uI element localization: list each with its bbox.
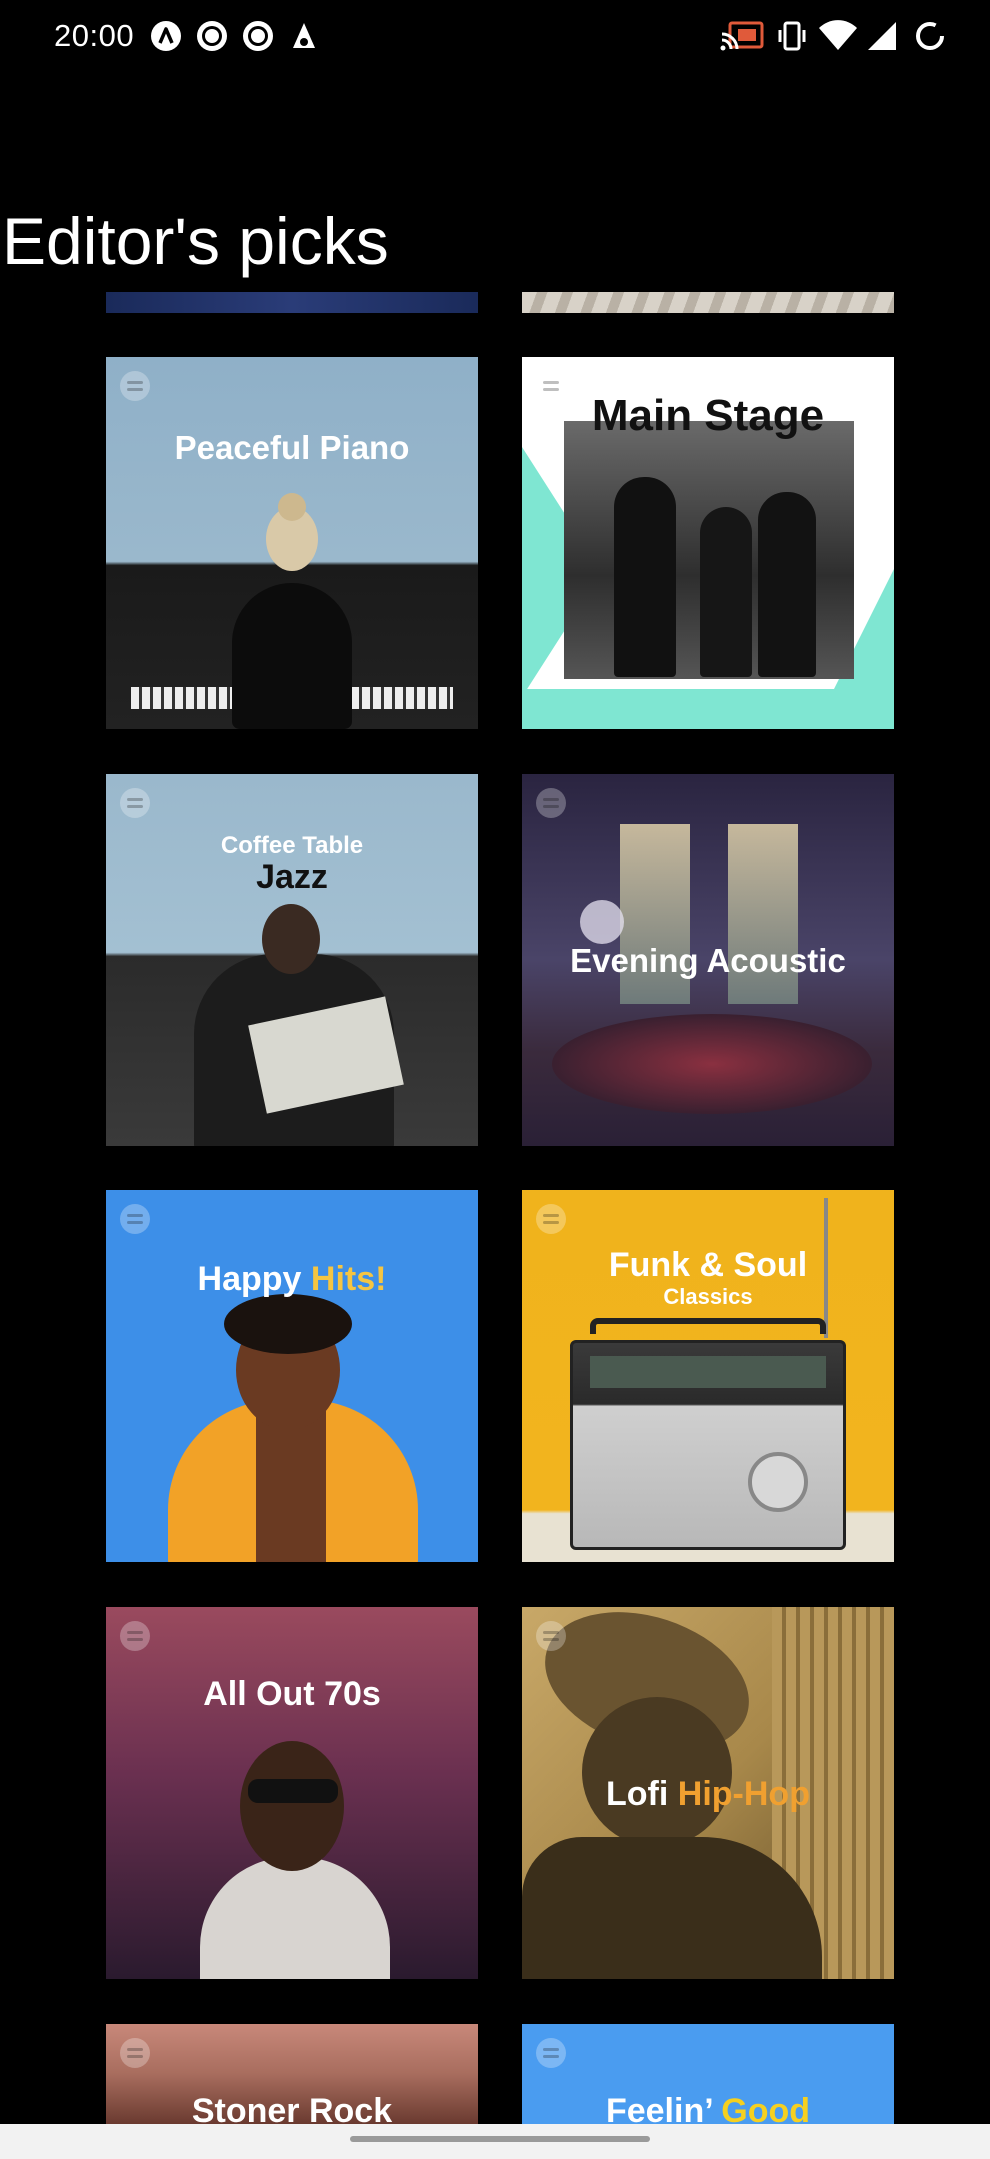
spotify-logo-icon — [120, 371, 150, 401]
spotify-logo-icon — [120, 788, 150, 818]
spotify-logo-icon — [536, 1621, 566, 1651]
radio-knob — [748, 1452, 808, 1512]
playlist-tile-stoner-rock[interactable]: Stoner Rock — [106, 2024, 478, 2124]
radio-dial — [590, 1356, 826, 1388]
app-notification-icon — [293, 23, 315, 48]
home-indicator[interactable] — [350, 2136, 650, 2142]
radio-handle — [590, 1318, 826, 1334]
wifi-icon — [819, 20, 857, 50]
playlist-tile-partial[interactable] — [522, 292, 894, 313]
record-icon — [243, 21, 273, 51]
playlist-title: Lofi Hip-Hop — [522, 1775, 894, 1814]
playlist-title: Happy Hits! — [106, 1260, 478, 1299]
playlist-title: All Out 70s — [203, 1675, 381, 1713]
playlist-title: Funk & Soul — [608, 1246, 808, 1284]
playlist-title: Peaceful Piano — [174, 429, 410, 466]
spotify-logo-icon — [120, 1621, 150, 1651]
sunglasses — [248, 1779, 338, 1803]
spotify-logo-icon — [536, 788, 566, 818]
pianist-figure — [232, 583, 352, 729]
playlist-title-text: Feelin’ — [605, 2092, 712, 2124]
vibrate-icon — [778, 21, 806, 51]
playlist-title: Jazz — [256, 858, 328, 896]
playlist-title: Evening Acoustic — [570, 942, 846, 979]
playlist-title-text: Happy — [197, 1260, 302, 1298]
playlist-tile-coffee-table-jazz[interactable]: Coffee Table Jazz — [106, 774, 478, 1146]
playlist-tile-lofi-hip-hop[interactable]: Lofi Hip-Hop — [522, 1607, 894, 1979]
playlist-tile-main-stage[interactable]: Main Stage — [522, 357, 894, 729]
playlist-subtitle: Classics — [663, 1284, 753, 1309]
playlist-tile-evening-acoustic[interactable]: Evening Acoustic — [522, 774, 894, 1146]
record-icon — [197, 21, 227, 51]
playlist-title: Main Stage — [591, 391, 825, 440]
playlist-tile-partial[interactable] — [106, 292, 478, 313]
playlist-tile-peaceful-piano[interactable]: Peaceful Piano — [106, 357, 478, 729]
autofill-icon — [151, 21, 181, 51]
bed — [552, 1014, 872, 1114]
playlist-title-highlight: Good — [721, 2092, 811, 2124]
playlist-tile-happy-hits[interactable]: Happy Hits! — [106, 1190, 478, 1562]
playlist-title-text: Lofi — [606, 1775, 669, 1813]
playlist-tile-feelin-good[interactable]: Feelin’ Good — [522, 2024, 894, 2124]
gesture-nav-bar — [0, 2124, 990, 2159]
playlist-title: Feelin’ Good — [522, 2092, 894, 2124]
battery-loading-icon — [916, 22, 944, 50]
playlist-tile-all-out-70s[interactable]: All Out 70s — [106, 1607, 478, 1979]
status-time: 20:00 — [54, 18, 135, 53]
playlist-tile-funk-soul-classics[interactable]: Funk & Soul Classics — [522, 1190, 894, 1562]
spotify-logo-icon — [120, 2038, 150, 2068]
spotify-logo-icon — [536, 2038, 566, 2068]
playlist-kicker: Coffee Table — [220, 832, 364, 859]
person-head — [240, 1741, 344, 1871]
playlist-title-highlight: Hits! — [310, 1260, 387, 1298]
status-bar: 20:00 — [0, 0, 990, 76]
playlist-title: Stoner Rock — [191, 2092, 393, 2124]
signal-icon — [868, 22, 896, 50]
spotify-logo-icon — [120, 1204, 150, 1234]
reader-head — [262, 904, 320, 974]
cast-icon — [720, 21, 764, 51]
page-title: Editor's picks — [2, 204, 389, 278]
spotify-logo-icon — [536, 1204, 566, 1234]
person-head — [582, 1697, 732, 1847]
playlist-title-highlight: Hip-Hop — [677, 1775, 810, 1813]
